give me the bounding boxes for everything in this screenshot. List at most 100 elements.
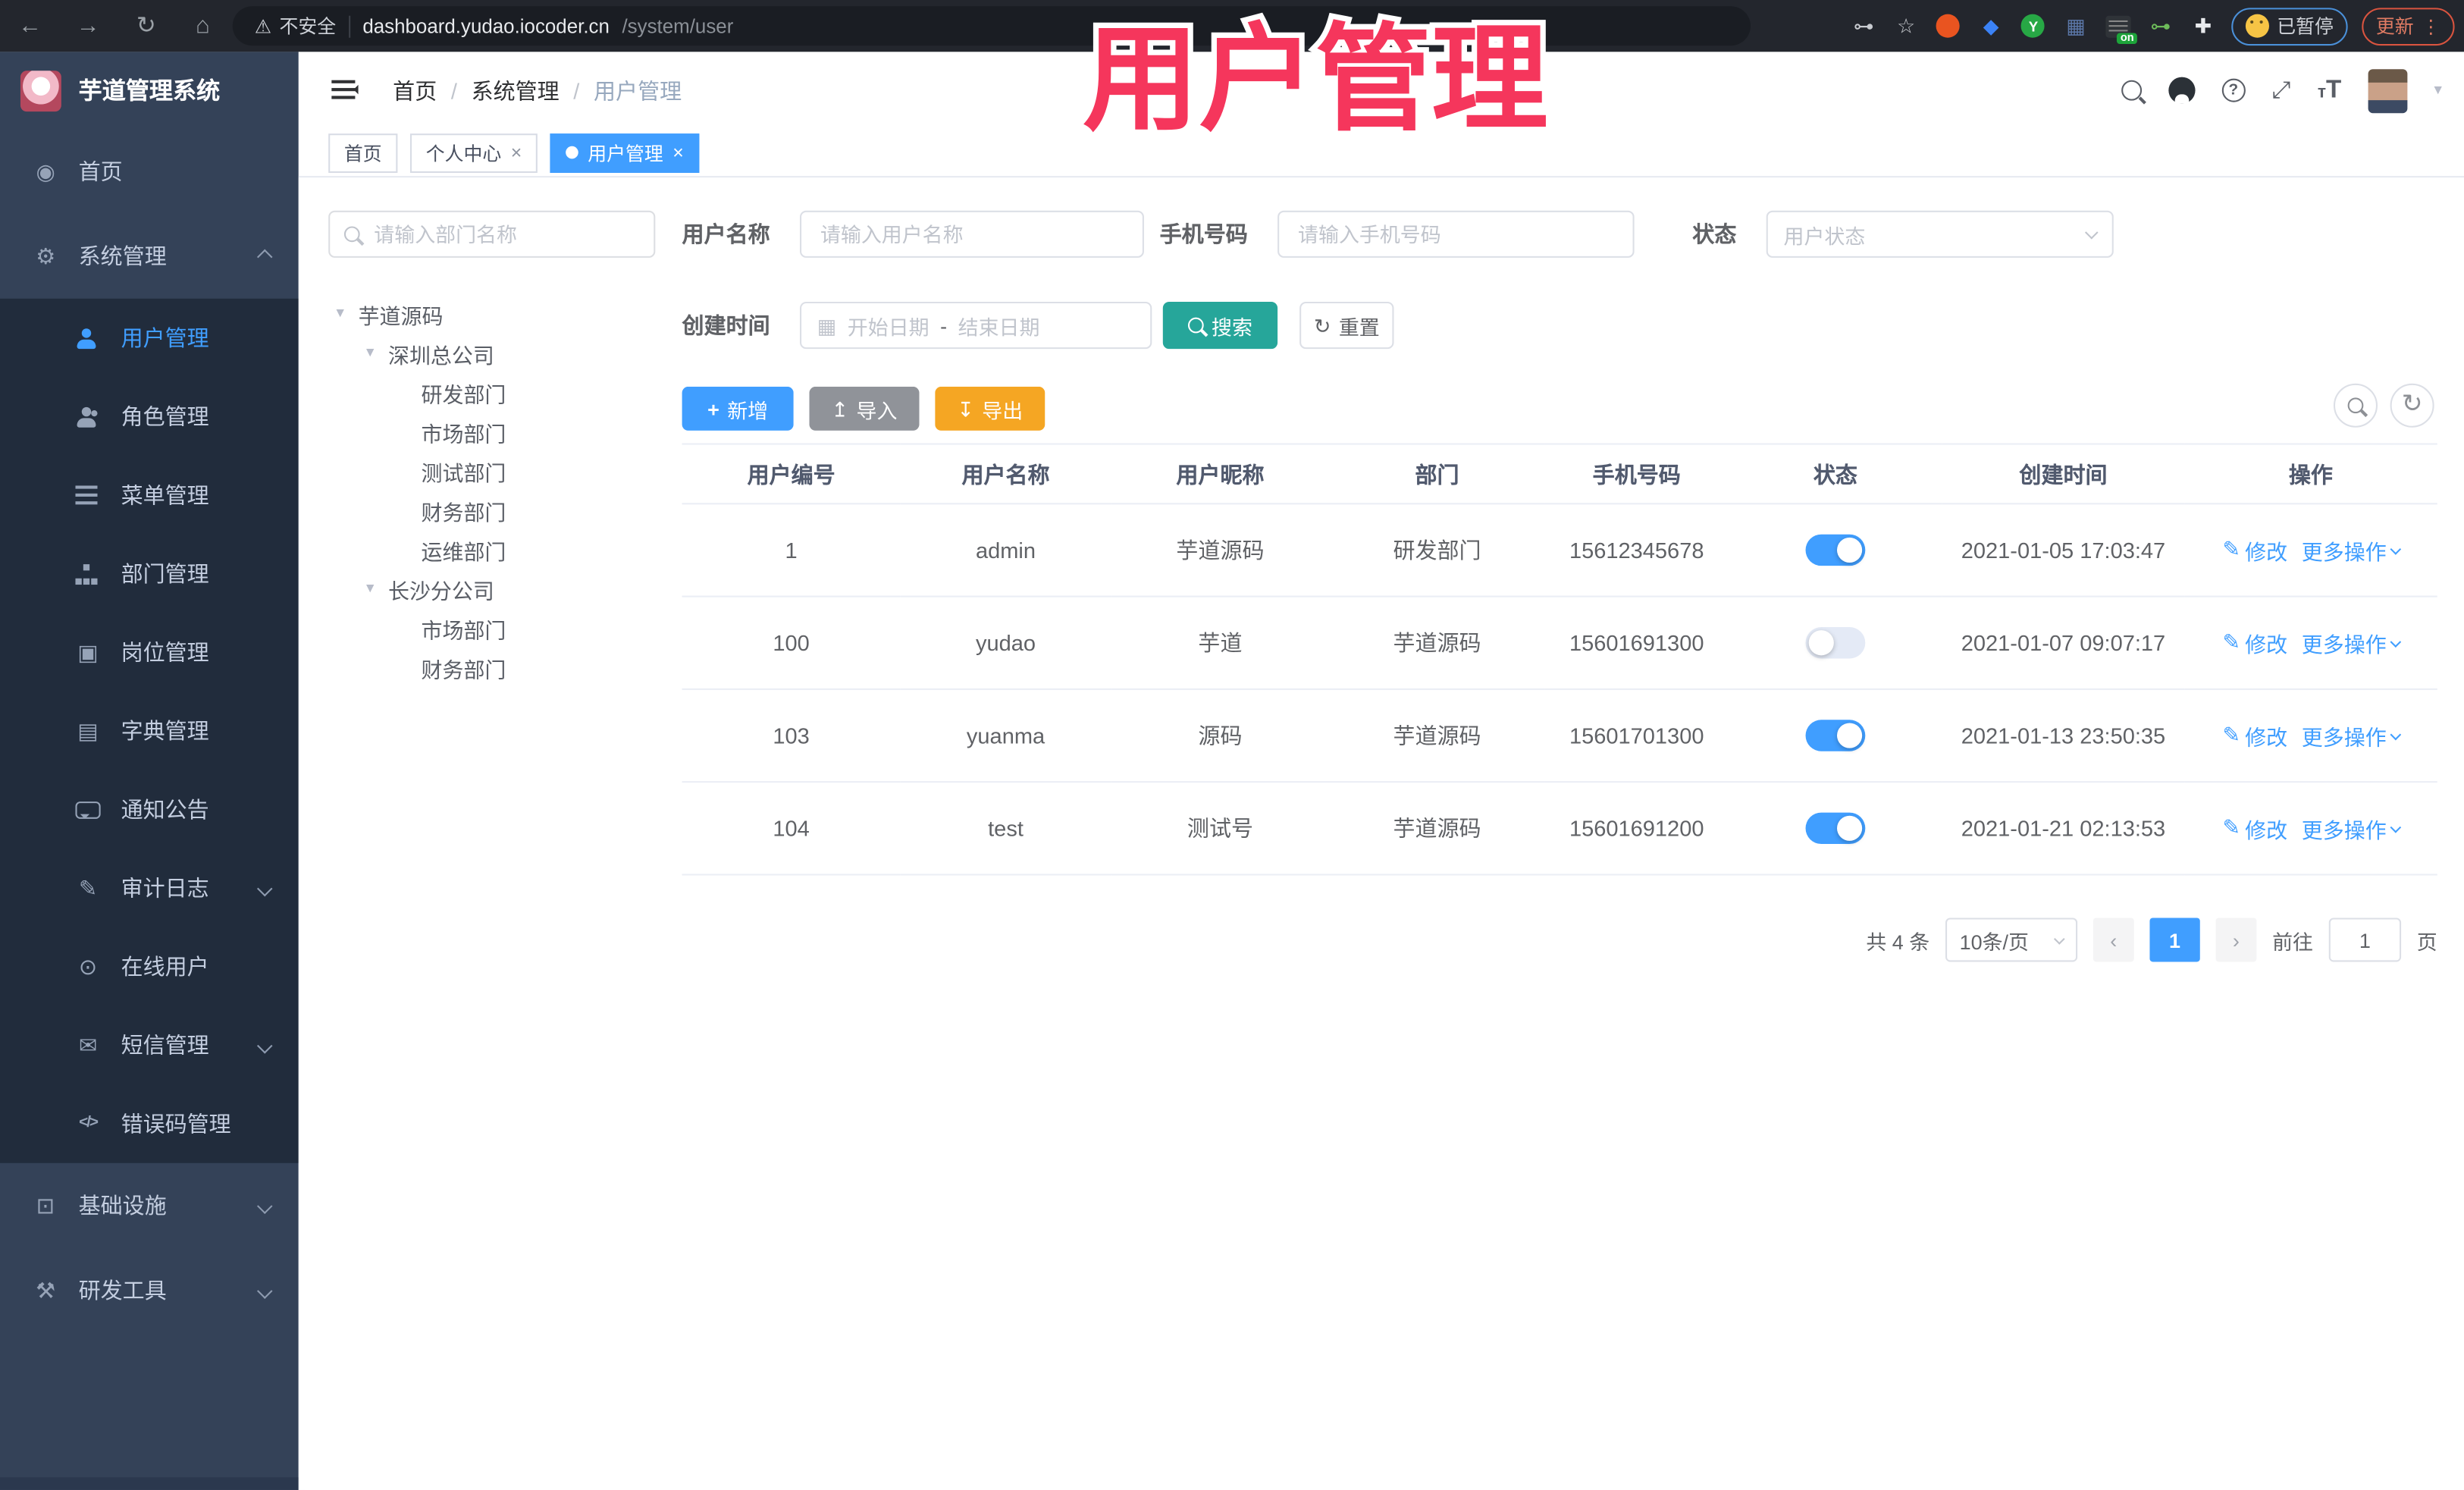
date-range-picker[interactable]: 开始日期 - 结束日期	[800, 301, 1152, 350]
tree-node[interactable]: ▾ 芋道源码	[328, 294, 655, 334]
pencil-icon	[2223, 632, 2240, 654]
bookmark-star-icon[interactable]: ☆	[1892, 12, 1920, 40]
tree-node[interactable]: ▾ 长沙分公司	[328, 569, 655, 608]
sidebar-item-system[interactable]: 系统管理	[0, 214, 299, 299]
tag-home[interactable]: 首页	[328, 133, 398, 172]
status-select[interactable]: 用户状态	[1766, 210, 2114, 258]
close-icon[interactable]	[511, 143, 522, 162]
home-icon[interactable]: ⌂	[182, 0, 223, 52]
tree-node[interactable]: 财务部门	[328, 491, 655, 530]
caret-down-icon[interactable]: ▾	[366, 580, 388, 598]
address-bar[interactable]: 不安全 dashboard.yudao.iocoder.cn/system/us…	[232, 6, 1751, 46]
tree-node[interactable]: 测试部门	[328, 451, 655, 491]
sidebar-item-dept-mgmt[interactable]: 部门管理	[0, 535, 299, 613]
breadcrumb-current: 用户管理	[594, 77, 682, 103]
dept-search-input[interactable]	[371, 221, 607, 248]
goto-page-input[interactable]	[2328, 918, 2402, 962]
sidebar-item-announcement[interactable]: 通知公告	[0, 770, 299, 849]
update-button[interactable]: 更新	[2362, 7, 2455, 45]
sidebar-item-role-mgmt[interactable]: 角色管理	[0, 377, 299, 456]
extension-on-badge-icon[interactable]: on	[2104, 12, 2137, 43]
avatar-caret-icon[interactable]: ▾	[2434, 82, 2442, 99]
back-icon[interactable]: ←	[9, 0, 50, 52]
page-size-select[interactable]: 10条/页	[1945, 918, 2078, 962]
sidebar-item-post-mgmt[interactable]: 岗位管理	[0, 613, 299, 692]
tag-profile[interactable]: 个人中心	[410, 133, 538, 172]
tree-node[interactable]: 市场部门	[328, 608, 655, 648]
current-page-button[interactable]: 1	[2149, 918, 2200, 962]
tree-node[interactable]: ▾ 深圳总公司	[328, 333, 655, 372]
security-chip[interactable]: 不安全	[255, 13, 336, 39]
tree-node[interactable]: 财务部门	[328, 648, 655, 687]
help-icon[interactable]: ?	[2221, 78, 2246, 102]
announcement-icon	[75, 801, 101, 818]
add-button[interactable]: 新增	[682, 386, 794, 431]
sidebar-item-error-code[interactable]: 错误码管理	[0, 1084, 299, 1163]
extension-grid-icon[interactable]: ▦	[2061, 12, 2089, 40]
chevron-down-icon	[256, 1282, 273, 1298]
reset-button[interactable]: 重置	[1299, 301, 1394, 350]
edit-link[interactable]: 修改	[2223, 535, 2287, 566]
forward-icon[interactable]: →	[67, 0, 108, 52]
caret-down-icon[interactable]: ▾	[337, 305, 359, 322]
sidebar-item-menu-mgmt[interactable]: 菜单管理	[0, 456, 299, 535]
extension-green-key-icon[interactable]: ⊶	[2146, 12, 2174, 40]
fullscreen-icon[interactable]: ⤢	[2272, 77, 2291, 104]
toggle-search-button[interactable]	[2333, 383, 2378, 428]
search-icon[interactable]	[2121, 80, 2142, 101]
prev-page-button[interactable]: ‹	[2093, 918, 2134, 962]
mobile-input[interactable]	[1294, 221, 1617, 248]
refresh-table-button[interactable]	[2390, 383, 2434, 428]
profile-paused-badge[interactable]: 已暂停	[2231, 7, 2348, 45]
reload-icon[interactable]	[126, 0, 167, 52]
font-size-icon[interactable]: тT	[2318, 77, 2341, 105]
more-actions-link[interactable]: 更多操作	[2302, 720, 2401, 751]
puzzle-extensions-icon[interactable]: ✚	[2189, 12, 2217, 40]
sidebar-item-infrastructure[interactable]: 基础设施	[0, 1163, 299, 1248]
sidebar-item-sms-mgmt[interactable]: 短信管理	[0, 1006, 299, 1085]
menu-fold-icon[interactable]	[331, 80, 359, 99]
sidebar-item-online-users[interactable]: 在线用户	[0, 927, 299, 1006]
edit-link[interactable]: 修改	[2223, 813, 2287, 844]
github-icon[interactable]	[2168, 77, 2196, 104]
sidebar-item-dev-tools[interactable]: 研发工具	[0, 1248, 299, 1333]
more-actions-link[interactable]: 更多操作	[2302, 535, 2401, 566]
dept-tree-panel: ▾芋道源码 ▾深圳总公司 研发部门 市场部门 测试部门 财务部门 运维部门 ▾长…	[328, 210, 656, 687]
tree-node[interactable]: 研发部门	[328, 372, 655, 412]
caret-down-icon[interactable]: ▾	[366, 344, 388, 362]
username-input[interactable]	[817, 221, 1127, 248]
col-user-id: 用户编号	[682, 443, 901, 505]
status-toggle[interactable]	[1805, 627, 1866, 659]
browser-menu-icon[interactable]	[2422, 17, 2440, 36]
app-logo[interactable]: 芋道管理系统	[0, 52, 299, 129]
tree-node[interactable]: 市场部门	[328, 412, 655, 451]
tag-user-mgmt[interactable]: 用户管理	[550, 133, 700, 172]
status-toggle[interactable]	[1805, 534, 1866, 566]
breadcrumb-home[interactable]: 首页	[393, 74, 437, 105]
import-button[interactable]: 导入	[809, 386, 920, 431]
edit-link[interactable]: 修改	[2223, 720, 2287, 751]
more-actions-link[interactable]: 更多操作	[2302, 813, 2401, 844]
sidebar-item-dict-mgmt[interactable]: 字典管理	[0, 692, 299, 770]
status-toggle[interactable]	[1805, 720, 1866, 751]
edit-link[interactable]: 修改	[2223, 627, 2287, 658]
search-button[interactable]: 搜索	[1162, 301, 1278, 350]
extension-orange-icon[interactable]	[1934, 12, 1962, 40]
sidebar-item-user-mgmt[interactable]: 用户管理	[0, 299, 299, 378]
status-toggle[interactable]	[1805, 812, 1866, 845]
extension-gem-icon[interactable]: ◆	[1977, 12, 2005, 40]
sms-icon	[75, 1034, 100, 1056]
export-button[interactable]: 导出	[935, 386, 1045, 431]
breadcrumb-system[interactable]: 系统管理	[472, 74, 560, 105]
sidebar-item-audit-log[interactable]: 审计日志	[0, 849, 299, 927]
key-icon[interactable]: ⊶	[1850, 12, 1878, 40]
sidebar-item-home[interactable]: 首页	[0, 129, 299, 214]
sidebar-footer	[0, 1477, 299, 1490]
more-actions-link[interactable]: 更多操作	[2302, 627, 2401, 658]
extension-green-circle-icon[interactable]: Y	[2019, 12, 2047, 40]
tree-node[interactable]: 运维部门	[328, 530, 655, 569]
next-page-button[interactable]: ›	[2215, 918, 2257, 962]
profile-avatar-emoji	[2245, 14, 2269, 38]
user-avatar[interactable]	[2368, 68, 2408, 113]
close-icon[interactable]	[672, 143, 684, 162]
